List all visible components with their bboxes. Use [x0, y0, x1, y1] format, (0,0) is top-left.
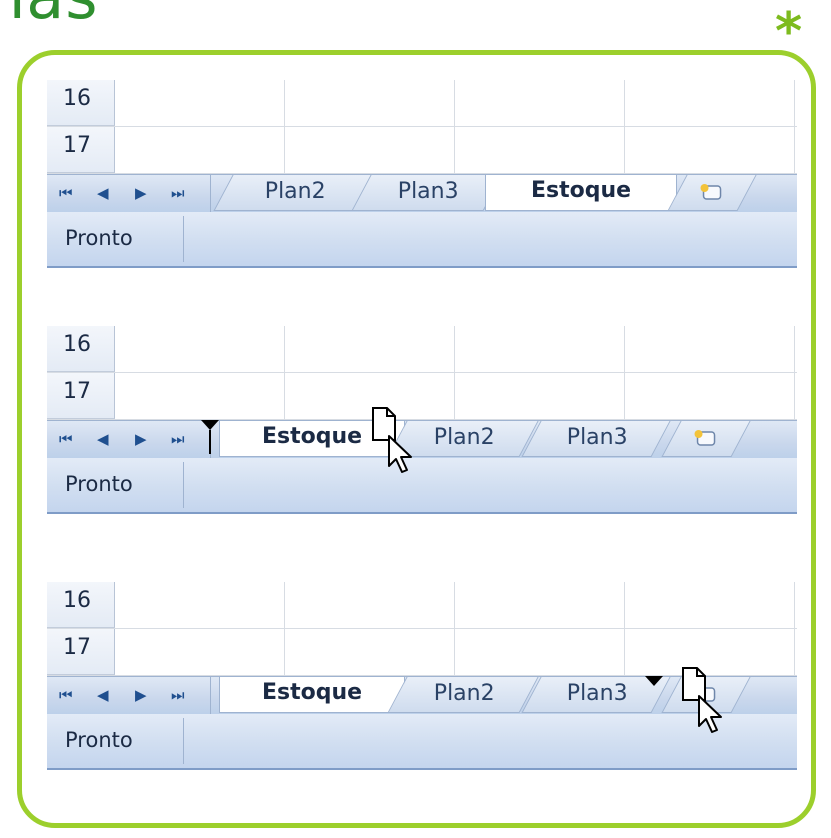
cell[interactable]: [455, 373, 625, 419]
next-sheet-icon[interactable]: ▶: [135, 184, 147, 202]
grid-row-17: 17: [47, 127, 797, 174]
cell[interactable]: [455, 582, 625, 628]
cell[interactable]: [625, 582, 795, 628]
sheet-tab-bar: ⏮ ◀ ▶ ⏭ Estoque Plan2 Plan3: [47, 420, 797, 460]
status-bar: Pronto: [47, 458, 797, 514]
tab-navigation: ⏮ ◀ ▶ ⏭: [47, 421, 211, 459]
sheet-tab-label: Plan2: [264, 179, 326, 204]
cell[interactable]: [285, 326, 455, 372]
first-sheet-icon[interactable]: ⏮: [59, 184, 73, 202]
tab-navigation: ⏮ ◀ ▶ ⏭: [47, 677, 211, 715]
grid-row-16: 16: [47, 80, 797, 127]
tab-navigation: ⏮ ◀ ▶ ⏭: [47, 175, 211, 213]
sheet-tab-plan3[interactable]: Plan3: [521, 421, 671, 457]
sheet-tab-label: Plan3: [397, 179, 459, 204]
cell[interactable]: [455, 127, 625, 173]
insert-worksheet-icon: [694, 430, 716, 446]
cell[interactable]: [115, 582, 285, 628]
prev-sheet-icon[interactable]: ◀: [97, 686, 109, 704]
sheet-tab-estoque[interactable]: Estoque: [219, 677, 405, 713]
drop-position-line: [209, 430, 211, 454]
drop-position-marker-icon: [201, 420, 219, 430]
sheet-tab-label: Estoque: [530, 178, 632, 203]
cell[interactable]: [455, 326, 625, 372]
cell[interactable]: [455, 629, 625, 675]
first-sheet-icon[interactable]: ⏮: [59, 430, 73, 448]
sheet-tab-plan2[interactable]: Plan2: [213, 175, 375, 211]
excel-panel-2: 16 17 ⏮ ◀ ▶ ⏭ Estoque Plan2 Plan3 Pronto: [47, 326, 797, 536]
cell[interactable]: [625, 80, 795, 126]
status-bar: Pronto: [47, 212, 797, 268]
sheet-tab-estoque[interactable]: Estoque: [485, 175, 677, 211]
sheet-tab-label: Plan2: [433, 425, 495, 450]
excel-panel-1: 16 17 ⏮ ◀ ▶ ⏭ Plan2 Plan3 Estoque Pronto: [47, 80, 797, 290]
status-divider: [183, 462, 184, 508]
status-divider: [183, 718, 184, 764]
row-header[interactable]: 17: [47, 373, 115, 419]
status-text: Pronto: [65, 226, 133, 250]
cell[interactable]: [115, 629, 285, 675]
cell[interactable]: [625, 373, 795, 419]
cell[interactable]: [115, 326, 285, 372]
next-sheet-icon[interactable]: ▶: [135, 686, 147, 704]
cell[interactable]: [625, 326, 795, 372]
cell[interactable]: [115, 127, 285, 173]
sheet-tab-label: Plan3: [566, 425, 628, 450]
sheet-tab-label: Plan2: [433, 681, 495, 706]
sheet-tab-label: Estoque: [261, 424, 363, 449]
grid-row-17: 17: [47, 373, 797, 420]
cell[interactable]: [285, 629, 455, 675]
status-text: Pronto: [65, 728, 133, 752]
insert-worksheet-button[interactable]: [667, 175, 757, 211]
row-header[interactable]: 16: [47, 582, 115, 628]
cell[interactable]: [625, 127, 795, 173]
sheet-tab-bar: ⏮ ◀ ▶ ⏭ Plan2 Plan3 Estoque: [47, 174, 797, 214]
drag-sheet-cursor-icon: [682, 667, 722, 733]
cell[interactable]: [455, 80, 625, 126]
prev-sheet-icon[interactable]: ◀: [97, 430, 109, 448]
row-header[interactable]: 16: [47, 326, 115, 372]
cell[interactable]: [115, 80, 285, 126]
cell[interactable]: [285, 127, 455, 173]
grid-row-16: 16: [47, 326, 797, 373]
last-sheet-icon[interactable]: ⏭: [171, 184, 185, 202]
sheet-tab-label: Estoque: [261, 680, 363, 705]
row-header[interactable]: 17: [47, 629, 115, 675]
status-divider: [183, 216, 184, 262]
status-text: Pronto: [65, 472, 133, 496]
cell[interactable]: [115, 373, 285, 419]
first-sheet-icon[interactable]: ⏮: [59, 686, 73, 704]
sheet-tab-plan3[interactable]: Plan3: [351, 175, 503, 211]
row-header[interactable]: 16: [47, 80, 115, 126]
sheet-tab-label: Plan3: [566, 681, 628, 706]
sheet-tab-plan2[interactable]: Plan2: [387, 677, 539, 713]
row-header[interactable]: 17: [47, 127, 115, 173]
drop-position-marker-icon: [645, 676, 663, 686]
prev-sheet-icon[interactable]: ◀: [97, 184, 109, 202]
grid-row-16: 16: [47, 582, 797, 629]
cell[interactable]: [285, 582, 455, 628]
insert-worksheet-button[interactable]: [661, 421, 751, 457]
last-sheet-icon[interactable]: ⏭: [171, 686, 185, 704]
next-sheet-icon[interactable]: ▶: [135, 430, 147, 448]
insert-worksheet-icon: [700, 184, 722, 200]
excel-panel-3: 16 17 ⏮ ◀ ▶ ⏭ Estoque Plan2 Plan3 Pronto: [47, 582, 797, 792]
cell[interactable]: [285, 80, 455, 126]
last-sheet-icon[interactable]: ⏭: [171, 430, 185, 448]
drag-sheet-cursor-icon: [372, 407, 412, 473]
header-title-fragment: nas: [0, 0, 99, 28]
